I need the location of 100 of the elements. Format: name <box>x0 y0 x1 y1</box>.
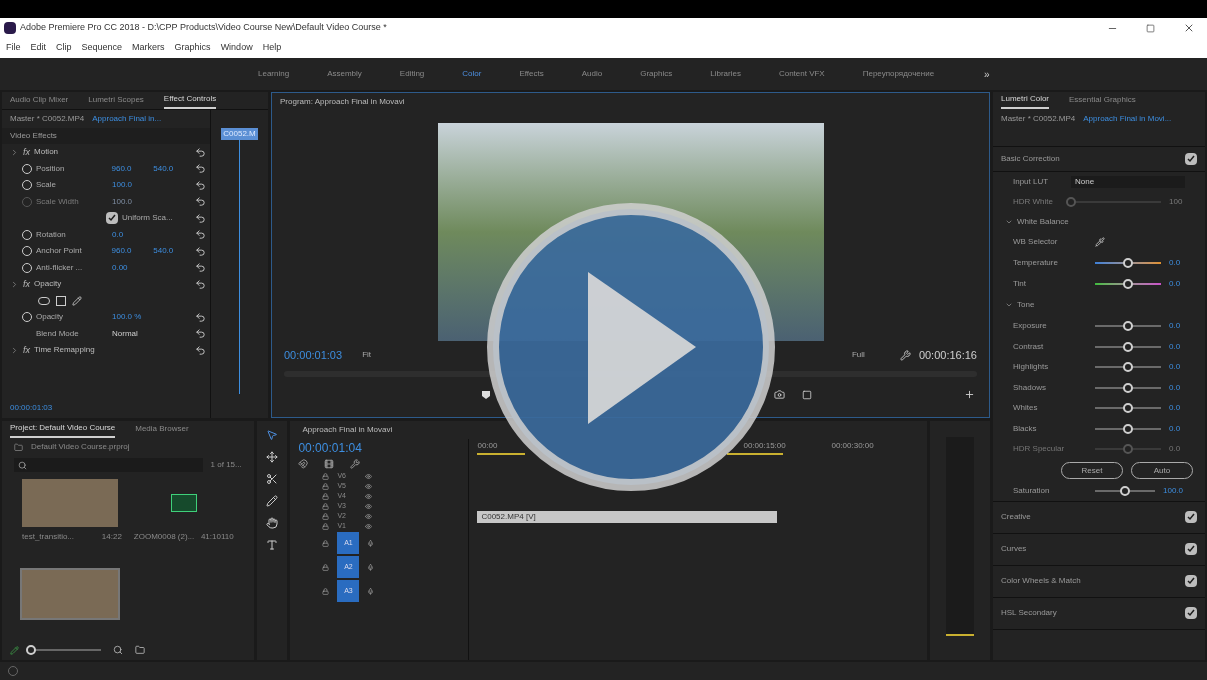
fx-label[interactable]: fx <box>23 145 30 159</box>
reset-icon[interactable] <box>195 311 206 323</box>
timecode[interactable]: 00:00:01:04 <box>298 439 461 457</box>
type-tool-icon[interactable] <box>266 539 279 551</box>
workspace-tab[interactable]: Audio <box>581 68 603 80</box>
timecode[interactable]: 00:00:01:03 <box>10 402 53 414</box>
lock-icon[interactable] <box>322 563 330 571</box>
slider-value[interactable]: 0.0 <box>1169 402 1185 415</box>
slider-value[interactable]: 0.0 <box>1169 256 1185 269</box>
search-field[interactable] <box>14 458 203 472</box>
lut-dropdown[interactable]: None <box>1071 176 1185 188</box>
panel-tab[interactable]: Effect Controls <box>163 92 217 109</box>
sequence-clip-label[interactable]: Approach Final in... <box>92 113 162 125</box>
marker-icon[interactable] <box>482 390 490 399</box>
microphone-icon[interactable] <box>367 563 375 571</box>
slider-value[interactable]: 0.0 <box>1169 277 1185 290</box>
search-icon[interactable] <box>113 645 123 655</box>
section-heading[interactable]: HSL Secondary <box>1001 607 1057 619</box>
slider-value[interactable]: 0.0 <box>1169 320 1185 333</box>
fx-label[interactable]: fx <box>23 343 30 357</box>
lock-icon[interactable] <box>322 492 330 500</box>
expand-icon[interactable] <box>10 345 19 355</box>
panel-tab[interactable]: Lumetri Color <box>1001 93 1049 109</box>
wrench-icon[interactable] <box>350 459 361 469</box>
checkbox[interactable] <box>106 212 118 225</box>
reset-icon[interactable] <box>195 262 206 274</box>
sequence-clip-label[interactable]: Approach Final in Movi... <box>1083 113 1172 125</box>
workspace-tab[interactable]: Effects <box>519 68 544 80</box>
subsection-heading[interactable]: White Balance <box>1017 216 1069 228</box>
reset-icon[interactable] <box>195 212 206 224</box>
film-icon[interactable] <box>324 459 335 469</box>
workspace-tab[interactable]: Learning <box>258 68 290 80</box>
slider-value[interactable]: 0.0 <box>1169 422 1185 435</box>
eye-icon[interactable] <box>365 522 373 530</box>
close-icon[interactable] <box>1183 22 1195 34</box>
eye-icon[interactable] <box>365 472 373 480</box>
slider-value[interactable]: 0.0 <box>1169 340 1185 353</box>
reset-icon[interactable] <box>195 344 206 356</box>
eye-icon[interactable] <box>365 482 373 490</box>
parameter-value[interactable]: 100.0 <box>112 179 150 192</box>
parameter-value[interactable]: Normal <box>112 327 150 340</box>
reset-icon[interactable] <box>195 229 206 241</box>
export-frame-icon[interactable] <box>802 389 812 400</box>
panel-tab[interactable]: Media Browser <box>135 423 189 437</box>
pen-tool-icon[interactable] <box>266 495 279 507</box>
master-clip-label[interactable]: Master * C0052.MP4 <box>1001 113 1076 125</box>
fx-label[interactable]: fx <box>23 277 30 291</box>
reset-icon[interactable] <box>195 146 206 158</box>
workspace-tab[interactable]: Editing <box>399 68 425 80</box>
subsection-heading[interactable]: Tone <box>1017 299 1035 311</box>
menu-item[interactable]: Markers <box>132 41 165 55</box>
section-heading[interactable]: Basic Correction <box>1001 153 1060 165</box>
lock-icon[interactable] <box>322 539 330 547</box>
menu-item[interactable]: Help <box>262 41 282 55</box>
lock-icon[interactable] <box>322 472 330 480</box>
workspace-tab[interactable]: Graphics <box>640 68 673 80</box>
checkbox[interactable] <box>1185 511 1197 523</box>
panel-tab[interactable]: Essential Graphics <box>1069 94 1136 108</box>
maximize-icon[interactable] <box>1146 23 1155 33</box>
eye-icon[interactable] <box>365 492 373 500</box>
workspace-tab[interactable]: Libraries <box>710 68 741 80</box>
lock-icon[interactable] <box>322 482 330 490</box>
reset-icon[interactable] <box>195 245 206 257</box>
selection-tool-icon[interactable] <box>266 429 279 441</box>
workspace-tab[interactable]: Assembly <box>327 68 362 80</box>
section-heading[interactable]: Color Wheels & Match <box>1001 575 1081 587</box>
parameter-value[interactable]: 540.0 <box>153 162 191 175</box>
menu-item[interactable]: Edit <box>30 41 47 55</box>
wrench-icon[interactable] <box>899 349 911 361</box>
checkbox[interactable] <box>1185 153 1197 165</box>
menu-item[interactable]: Graphics <box>174 41 211 55</box>
pen-icon[interactable] <box>72 295 82 306</box>
hand-tool-icon[interactable] <box>266 517 279 529</box>
slider-value[interactable]: 100.0 <box>1163 485 1185 497</box>
parameter-value[interactable]: 960.0 <box>111 162 150 175</box>
slider-value[interactable]: 0.0 <box>1169 361 1185 374</box>
collapse-icon[interactable] <box>1005 301 1013 309</box>
microphone-icon[interactable] <box>367 539 375 547</box>
parameter-value[interactable]: 100.0 % <box>112 311 150 324</box>
reset-icon[interactable] <box>195 163 206 175</box>
folder-icon[interactable] <box>135 645 145 655</box>
reset-icon[interactable] <box>195 196 206 208</box>
menu-item[interactable]: Clip <box>56 41 72 55</box>
reset-icon[interactable] <box>195 179 206 191</box>
panel-tab[interactable]: Project: Default Video Course <box>10 422 116 438</box>
slider-value[interactable]: 0.0 <box>1169 381 1185 394</box>
parameter-value[interactable]: 0.00 <box>112 261 150 274</box>
move-tool-icon[interactable] <box>266 451 279 463</box>
expand-icon[interactable] <box>10 279 19 289</box>
parameter-value[interactable]: 0.0 <box>112 228 150 241</box>
checkbox[interactable] <box>1185 575 1197 587</box>
lock-icon[interactable] <box>322 502 330 510</box>
parameter-value[interactable]: 960.0 <box>111 245 150 258</box>
camera-icon[interactable] <box>774 389 785 400</box>
lock-icon[interactable] <box>322 522 330 530</box>
collapse-icon[interactable] <box>1005 218 1013 226</box>
checkbox[interactable] <box>1185 543 1197 555</box>
menu-item[interactable]: File <box>6 41 21 55</box>
eye-icon[interactable] <box>365 502 373 510</box>
timecode[interactable]: 00:00:01:03 <box>284 346 343 364</box>
